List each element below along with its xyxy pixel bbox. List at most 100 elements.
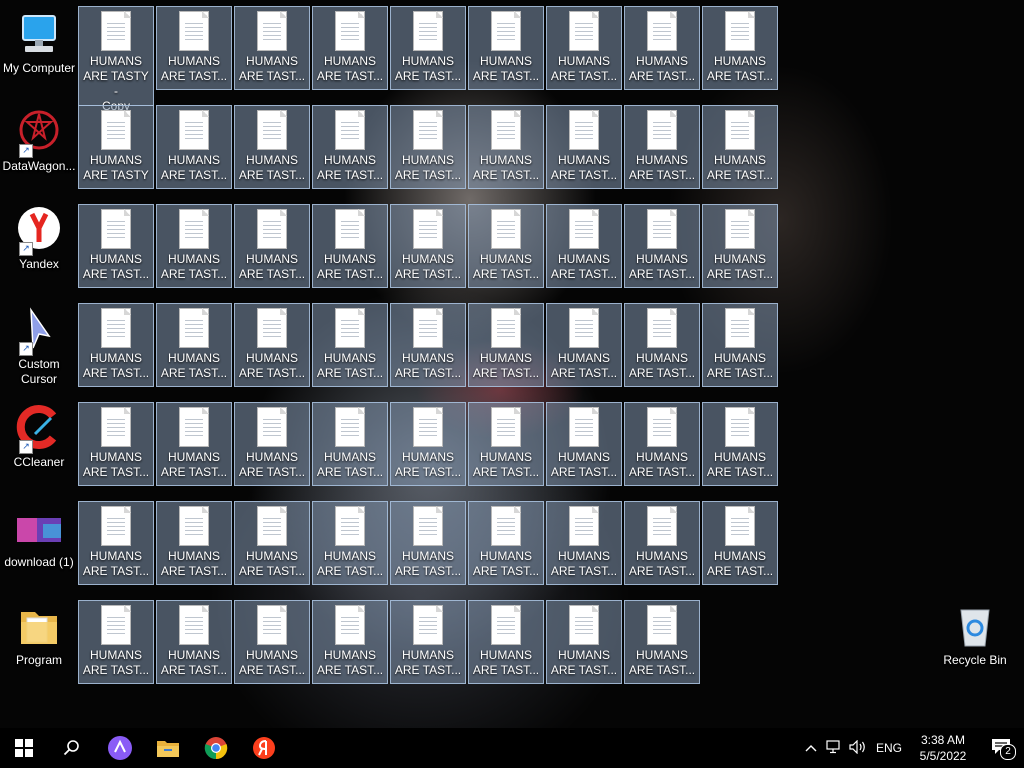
file-tile[interactable]: HUMANS ARE TAST... — [312, 600, 388, 684]
network-button[interactable] — [822, 739, 846, 757]
file-tile[interactable]: HUMANS ARE TAST... — [234, 303, 310, 387]
file-tile[interactable]: HUMANS ARE TAST... — [234, 6, 310, 90]
file-tile[interactable]: HUMANS ARE TAST... — [702, 501, 778, 585]
file-tile[interactable]: HUMANS ARE TAST... — [702, 204, 778, 288]
file-tile[interactable]: HUMANS ARE TAST... — [468, 402, 544, 486]
language-indicator[interactable]: ENG — [870, 741, 908, 755]
file-tile[interactable]: HUMANS ARE TAST... — [546, 303, 622, 387]
file-tile[interactable]: HUMANS ARE TAST... — [546, 402, 622, 486]
file-tile[interactable]: HUMANS ARE TAST... — [468, 204, 544, 288]
file-tile[interactable]: HUMANS ARE TAST... — [546, 501, 622, 585]
file-tile[interactable]: HUMANS ARE TAST... — [468, 105, 544, 189]
file-tile[interactable]: HUMANS ARE TASTY - Copy — [78, 6, 154, 113]
file-tile[interactable]: HUMANS ARE TAST... — [624, 204, 700, 288]
custom-cursor-icon: ↗ — [15, 306, 63, 356]
image-file-icon — [15, 504, 63, 552]
file-tile[interactable]: HUMANS ARE TAST... — [234, 105, 310, 189]
text-document-icon — [179, 308, 209, 348]
text-document-icon — [569, 605, 599, 645]
file-label: HUMANS ARE TAST... — [628, 450, 696, 479]
desktop-icon-custom-cursor[interactable]: ↗ Custom Cursor — [0, 306, 78, 387]
text-document-icon — [101, 605, 131, 645]
file-tile[interactable]: HUMANS ARE TAST... — [390, 501, 466, 585]
file-tile[interactable]: HUMANS ARE TAST... — [702, 402, 778, 486]
file-tile[interactable]: HUMANS ARE TAST... — [156, 501, 232, 585]
text-document-icon — [725, 506, 755, 546]
yandex-alice-button[interactable] — [96, 728, 144, 768]
file-tile[interactable]: HUMANS ARE TAST... — [624, 105, 700, 189]
file-tile[interactable]: HUMANS ARE TAST... — [156, 600, 232, 684]
file-explorer-button[interactable] — [144, 728, 192, 768]
file-tile[interactable]: HUMANS ARE TAST... — [468, 501, 544, 585]
file-tile[interactable]: HUMANS ARE TAST... — [702, 105, 778, 189]
start-button[interactable] — [0, 728, 48, 768]
file-tile[interactable]: HUMANS ARE TAST... — [624, 303, 700, 387]
file-tile[interactable]: HUMANS ARE TAST... — [624, 501, 700, 585]
file-tile[interactable]: HUMANS ARE TAST... — [546, 105, 622, 189]
file-tile[interactable]: HUMANS ARE TAST... — [390, 600, 466, 684]
file-label: HUMANS ARE TAST... — [394, 54, 462, 83]
file-tile[interactable]: HUMANS ARE TAST... — [312, 402, 388, 486]
file-label: HUMANS ARE TAST... — [394, 252, 462, 281]
file-tile[interactable]: HUMANS ARE TAST... — [312, 6, 388, 90]
file-tile[interactable]: HUMANS ARE TASTY — [78, 105, 154, 189]
file-tile[interactable]: HUMANS ARE TAST... — [312, 204, 388, 288]
file-tile[interactable]: HUMANS ARE TAST... — [312, 105, 388, 189]
file-tile[interactable]: HUMANS ARE TAST... — [312, 501, 388, 585]
text-document-icon — [569, 209, 599, 249]
file-tile[interactable]: HUMANS ARE TAST... — [546, 600, 622, 684]
show-hidden-icons-button[interactable] — [800, 741, 822, 755]
file-tile[interactable]: HUMANS ARE TAST... — [546, 6, 622, 90]
icon-label: Custom Cursor — [18, 357, 60, 386]
file-tile[interactable]: HUMANS ARE TAST... — [390, 204, 466, 288]
file-label: HUMANS ARE TAST... — [160, 648, 228, 677]
file-tile[interactable]: HUMANS ARE TAST... — [156, 303, 232, 387]
file-tile[interactable]: HUMANS ARE TAST... — [624, 402, 700, 486]
file-tile[interactable]: HUMANS ARE TAST... — [312, 303, 388, 387]
file-tile[interactable]: HUMANS ARE TAST... — [156, 105, 232, 189]
desktop-icon-ccleaner[interactable]: ↗ CCleaner — [0, 404, 78, 470]
file-tile[interactable]: HUMANS ARE TAST... — [468, 303, 544, 387]
desktop-icon-my-computer[interactable]: My Computer — [0, 10, 78, 76]
desktop-icon-download[interactable]: download (1) — [0, 504, 78, 570]
desktop-icon-program[interactable]: Program — [0, 602, 78, 668]
file-tile[interactable]: HUMANS ARE TAST... — [234, 402, 310, 486]
text-document-icon — [257, 11, 287, 51]
file-tile[interactable]: HUMANS ARE TAST... — [390, 105, 466, 189]
chrome-button[interactable] — [192, 728, 240, 768]
file-tile[interactable]: HUMANS ARE TAST... — [156, 6, 232, 90]
file-tile[interactable]: HUMANS ARE TAST... — [78, 402, 154, 486]
file-tile[interactable]: HUMANS ARE TAST... — [234, 501, 310, 585]
text-document-icon — [413, 110, 443, 150]
file-tile[interactable]: HUMANS ARE TAST... — [390, 303, 466, 387]
file-label: HUMANS ARE TAST... — [82, 450, 150, 479]
yandex-button[interactable] — [240, 728, 288, 768]
file-tile[interactable]: HUMANS ARE TAST... — [390, 402, 466, 486]
file-tile[interactable]: HUMANS ARE TAST... — [624, 6, 700, 90]
file-tile[interactable]: HUMANS ARE TAST... — [78, 501, 154, 585]
file-tile[interactable]: HUMANS ARE TAST... — [702, 6, 778, 90]
file-tile[interactable]: HUMANS ARE TAST... — [234, 600, 310, 684]
file-tile[interactable]: HUMANS ARE TAST... — [468, 600, 544, 684]
file-tile[interactable]: HUMANS ARE TAST... — [156, 402, 232, 486]
file-tile[interactable]: HUMANS ARE TAST... — [78, 303, 154, 387]
file-tile[interactable]: HUMANS ARE TAST... — [390, 6, 466, 90]
action-center-button[interactable]: 2 — [978, 738, 1024, 760]
file-tile[interactable]: HUMANS ARE TAST... — [702, 303, 778, 387]
desktop-icon-recycle-bin[interactable]: Recycle Bin — [936, 602, 1014, 668]
desktop-icon-datawagon[interactable]: ↗ DataWagon... — [0, 108, 78, 174]
file-tile[interactable]: HUMANS ARE TAST... — [78, 600, 154, 684]
file-tile[interactable]: HUMANS ARE TAST... — [468, 6, 544, 90]
volume-button[interactable] — [846, 739, 870, 757]
file-tile[interactable]: HUMANS ARE TAST... — [156, 204, 232, 288]
desktop-icon-yandex[interactable]: ↗ Yandex — [0, 206, 78, 272]
file-tile[interactable]: HUMANS ARE TAST... — [234, 204, 310, 288]
file-tile[interactable]: HUMANS ARE TAST... — [546, 204, 622, 288]
text-document-icon — [101, 110, 131, 150]
text-document-icon — [179, 209, 209, 249]
clock[interactable]: 3:38 AM 5/5/2022 — [908, 732, 978, 764]
file-tile[interactable]: HUMANS ARE TAST... — [624, 600, 700, 684]
search-button[interactable] — [48, 728, 96, 768]
file-tile[interactable]: HUMANS ARE TAST... — [78, 204, 154, 288]
icon-label: My Computer — [2, 61, 76, 75]
